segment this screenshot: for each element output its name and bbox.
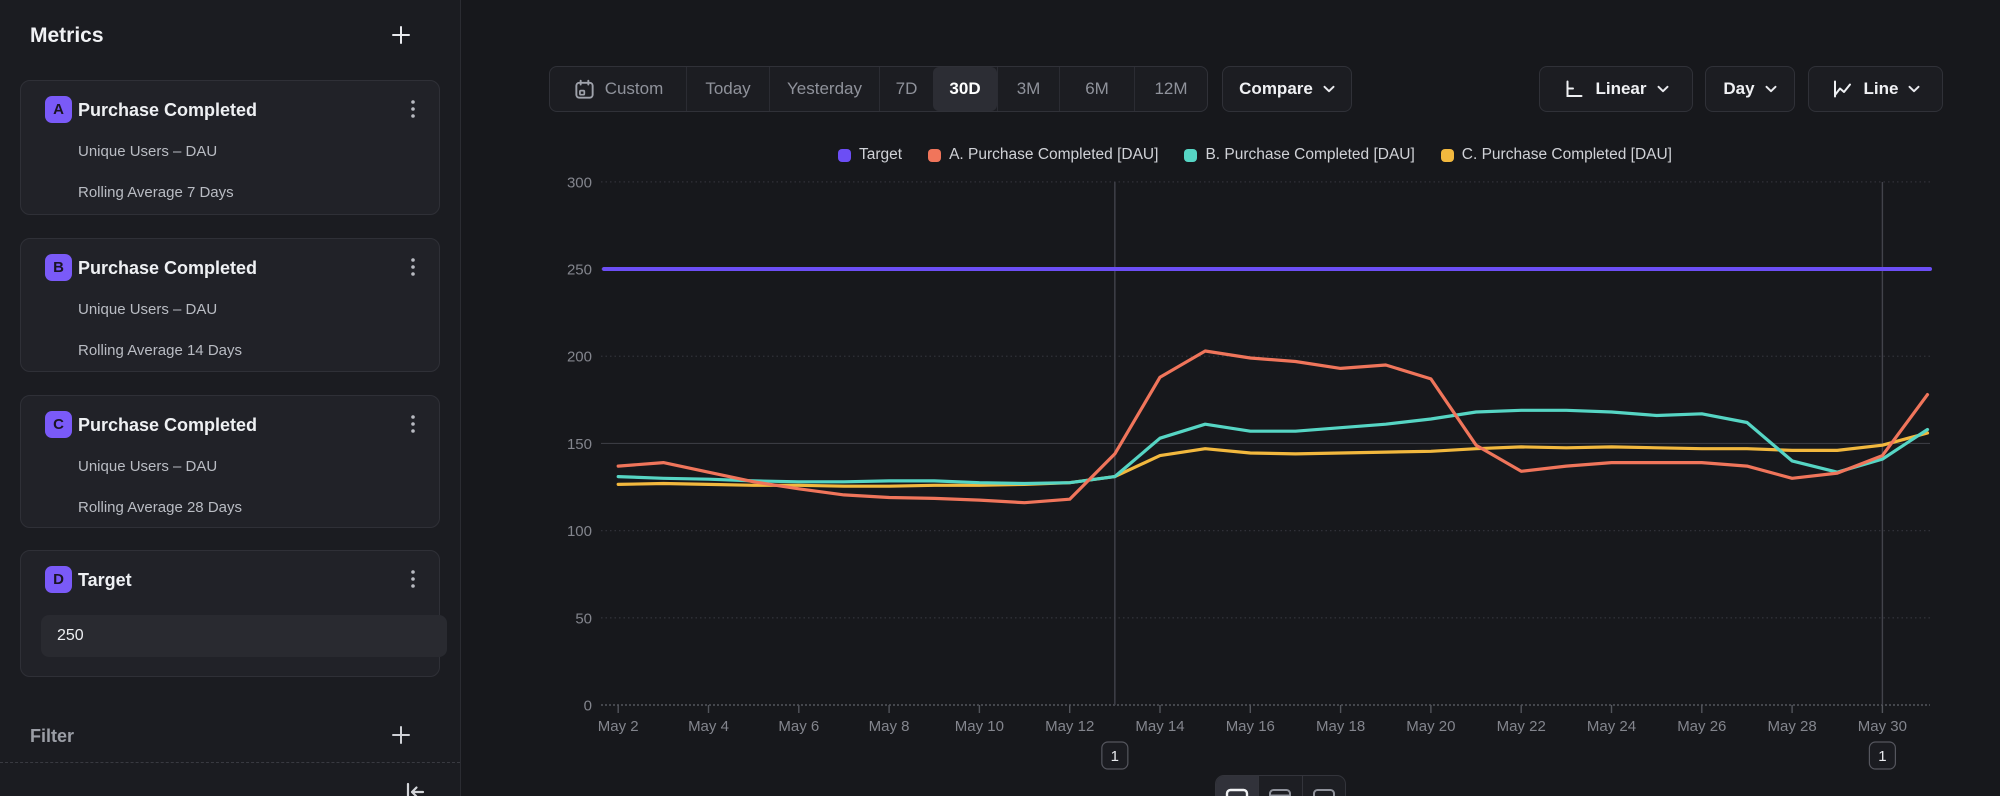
panel-view-icon bbox=[1312, 788, 1336, 796]
x-tick-label: May 8 bbox=[869, 718, 910, 735]
y-tick-label: 250 bbox=[567, 262, 592, 279]
view-switcher bbox=[1215, 775, 1346, 796]
app-root: Metrics A Purchase Completed Unique User… bbox=[0, 0, 2000, 796]
x-tick-label: May 4 bbox=[688, 718, 729, 735]
x-tick-label: May 20 bbox=[1406, 718, 1455, 735]
y-tick-label: 50 bbox=[575, 610, 592, 627]
annotation-badge-label: 1 bbox=[1878, 748, 1886, 765]
series-line-1[interactable] bbox=[618, 410, 1927, 483]
chart-view-icon bbox=[1225, 788, 1249, 796]
x-tick-label: May 16 bbox=[1226, 718, 1275, 735]
x-tick-label: May 26 bbox=[1677, 718, 1726, 735]
x-tick-label: May 14 bbox=[1135, 718, 1184, 735]
panel-view-tab[interactable] bbox=[1302, 776, 1345, 796]
x-tick-label: May 28 bbox=[1767, 718, 1816, 735]
y-tick-label: 300 bbox=[567, 174, 592, 191]
series-line-2[interactable] bbox=[618, 433, 1927, 486]
y-tick-label: 100 bbox=[567, 523, 592, 540]
y-tick-label: 150 bbox=[567, 436, 592, 453]
x-tick-label: May 10 bbox=[955, 718, 1004, 735]
x-tick-label: May 18 bbox=[1316, 718, 1365, 735]
x-tick-label: May 24 bbox=[1587, 718, 1636, 735]
table-view-tab[interactable] bbox=[1258, 776, 1301, 796]
table-view-icon bbox=[1268, 788, 1292, 796]
x-tick-label: May 2 bbox=[598, 718, 639, 735]
y-tick-label: 0 bbox=[584, 698, 592, 715]
x-tick-label: May 6 bbox=[778, 718, 819, 735]
series-line-0[interactable] bbox=[618, 351, 1927, 503]
chart-view-tab[interactable] bbox=[1216, 776, 1258, 796]
annotation-badge-label: 1 bbox=[1111, 748, 1119, 765]
line-chart: 0 50 100 150 200 250 300 May 2 May 4 May 6 May 8 Ma… bbox=[0, 0, 2000, 796]
x-tick-label: May 30 bbox=[1858, 718, 1907, 735]
x-tick-label: May 22 bbox=[1497, 718, 1546, 735]
x-tick-label: May 12 bbox=[1045, 718, 1094, 735]
y-tick-label: 200 bbox=[567, 349, 592, 366]
